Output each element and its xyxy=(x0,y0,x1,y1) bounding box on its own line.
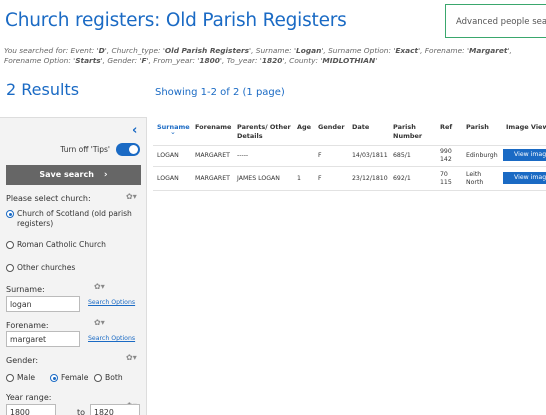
page-title: Church registers: Old Parish Registers xyxy=(5,10,347,31)
year-range-label: Year range: xyxy=(6,393,52,402)
cell-gender: F xyxy=(318,175,322,182)
header-gender: Gender xyxy=(318,123,345,131)
showing-text: Showing 1-2 of 2 (1 page) xyxy=(155,87,285,98)
gear-icon[interactable]: ✿▾ xyxy=(126,353,137,362)
summary-value: Exact xyxy=(395,46,419,55)
tips-toggle-row: Turn off 'Tips' xyxy=(0,143,140,157)
chevron-left-icon[interactable]: ‹ xyxy=(132,124,137,137)
church-other-radio[interactable] xyxy=(6,264,14,272)
year-to-input[interactable] xyxy=(90,404,140,415)
cell-age: 1 xyxy=(297,175,301,182)
row-divider xyxy=(153,145,546,146)
gender-option-label: Female xyxy=(61,373,89,382)
church-option-label: Other churches xyxy=(17,263,76,272)
surname-input[interactable] xyxy=(6,296,80,312)
advanced-search-button[interactable]: Advanced people search xyxy=(445,4,546,38)
cell-surname: LOGAN xyxy=(157,152,179,159)
tips-label: Turn off 'Tips' xyxy=(60,145,110,154)
cell-parish: Edinburgh xyxy=(466,152,498,159)
header-date: Date xyxy=(352,123,370,131)
summary-text: ', From_year: ' xyxy=(146,56,200,65)
summary-text: ', Forename: ' xyxy=(418,46,469,55)
summary-text: ', Surname: ' xyxy=(249,46,297,55)
summary-value: 1820 xyxy=(261,56,283,65)
tips-toggle[interactable] xyxy=(116,143,140,156)
chevron-right-icon: › xyxy=(103,170,108,180)
summary-text: ', Church_type: ' xyxy=(104,46,165,55)
summary-text: You searched for: Event: ' xyxy=(4,46,99,55)
gear-icon[interactable]: ✿▾ xyxy=(94,318,105,327)
church-label: Please select church: xyxy=(6,194,91,203)
save-search-button[interactable]: Save search › xyxy=(6,165,141,185)
cell-forename: MARGARET xyxy=(195,152,230,159)
church-option-label: Church of Scotland (old parish registers… xyxy=(17,209,132,228)
cell-parish-number: 685/1 xyxy=(393,152,411,159)
gender-male-radio[interactable] xyxy=(6,374,14,382)
cell-forename: MARGARET xyxy=(195,175,230,182)
cell-ref: 990 142 xyxy=(440,148,452,163)
surname-search-options-link[interactable]: Search Options xyxy=(88,299,135,306)
church-option-label: Roman Catholic Church xyxy=(17,240,106,249)
view-image-button[interactable]: View image xyxy=(503,172,546,184)
year-to-label: to xyxy=(77,408,86,415)
summary-text: ', To_year: ' xyxy=(219,56,262,65)
search-sidebar: ‹ Turn off 'Tips' Save search › ✿▾ Please… xyxy=(0,117,147,415)
row-divider xyxy=(153,166,546,167)
gender-label: Gender: xyxy=(6,356,39,365)
cell-parish: Leith North xyxy=(466,171,484,186)
church-catholic-radio[interactable] xyxy=(6,241,14,249)
header-parents: Parents/ Other Details xyxy=(237,123,291,140)
cell-ref: 70 115 xyxy=(440,171,452,186)
search-summary: You searched for: Event: 'D', Church_typ… xyxy=(4,46,524,66)
save-search-label: Save search xyxy=(39,170,94,179)
header-age: Age xyxy=(297,123,312,131)
summary-value: Margaret xyxy=(469,46,508,55)
results-count: 2 Results xyxy=(6,80,80,99)
row-divider xyxy=(153,190,546,191)
gear-icon[interactable]: ✿▾ xyxy=(94,282,105,291)
summary-text: ', Gender: ' xyxy=(100,56,142,65)
gender-option-label: Male xyxy=(17,373,35,382)
forename-search-options-link[interactable]: Search Options xyxy=(88,335,135,342)
chevron-down-icon[interactable]: ⌄ xyxy=(170,128,176,136)
header-parish-number: Parish Number xyxy=(393,123,423,140)
cell-date: 23/12/1810 xyxy=(352,175,388,182)
cell-parents: JAMES LOGAN xyxy=(237,175,280,182)
cell-parish-number: 692/1 xyxy=(393,175,411,182)
cell-surname: LOGAN xyxy=(157,175,179,182)
surname-label: Surname: xyxy=(6,285,45,294)
gear-icon[interactable]: ✿▾ xyxy=(126,192,137,201)
summary-value: 1800 xyxy=(199,56,220,65)
summary-value: Old Parish Registers xyxy=(164,46,250,55)
summary-value: Logan xyxy=(296,46,322,55)
header-parish: Parish xyxy=(466,123,489,131)
toggle-knob xyxy=(129,145,138,154)
summary-value: MIDLOTHIAN xyxy=(322,56,376,65)
cell-date: 14/03/1811 xyxy=(352,152,388,159)
forename-label: Forename: xyxy=(6,321,49,330)
header-forename: Forename xyxy=(195,123,232,131)
cell-gender: F xyxy=(318,152,322,159)
summary-value: Starts xyxy=(75,56,101,65)
year-from-input[interactable] xyxy=(6,404,56,415)
cell-parents: ----- xyxy=(237,152,249,159)
header-ref: Ref xyxy=(440,123,453,131)
gender-both-radio[interactable] xyxy=(94,374,102,382)
summary-text: ', Surname Option: ' xyxy=(321,46,396,55)
summary-text: ', County: ' xyxy=(282,56,323,65)
church-scotland-radio[interactable] xyxy=(6,210,14,218)
summary-text: ' xyxy=(375,56,378,65)
forename-input[interactable] xyxy=(6,331,80,347)
gender-option-label: Both xyxy=(105,373,123,382)
gender-female-radio[interactable] xyxy=(50,374,58,382)
view-image-button[interactable]: View image xyxy=(503,149,546,161)
header-image-view: Image View xyxy=(506,123,546,131)
